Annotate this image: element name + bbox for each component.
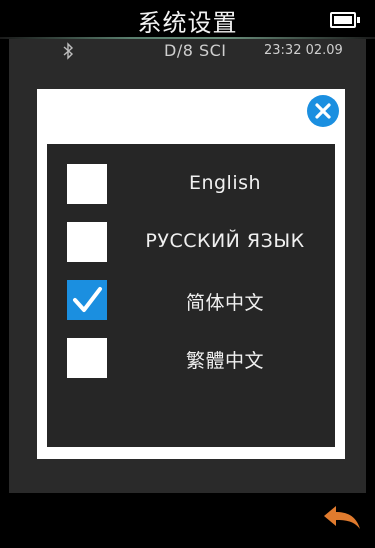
language-dialog: English РУССКИЙ ЯЗЫК 简体中文 繁體中文 <box>37 89 345 459</box>
language-option-english[interactable]: English <box>47 162 335 206</box>
screen: 系统设置 D/8 SCI 23:32 02.09 English РУССКИЙ… <box>0 0 375 548</box>
bluetooth-icon <box>63 42 74 60</box>
language-label: РУССКИЙ ЯЗЫК <box>145 230 305 252</box>
language-option-russian[interactable]: РУССКИЙ ЯЗЫК <box>47 220 335 264</box>
close-icon <box>315 103 331 119</box>
language-option-simplified-chinese[interactable]: 简体中文 <box>47 278 335 322</box>
language-label: 繁體中文 <box>185 350 264 372</box>
checkbox-english[interactable] <box>67 164 107 204</box>
checkbox-traditional-chinese[interactable] <box>67 338 107 378</box>
datetime: 23:32 02.09 <box>264 43 343 58</box>
back-arrow-icon[interactable] <box>322 501 362 535</box>
main-panel: D/8 SCI 23:32 02.09 English РУССКИЙ ЯЗЫК… <box>9 39 366 493</box>
title-bar: 系统设置 <box>0 0 375 38</box>
dialog-header <box>37 89 345 131</box>
checkbox-russian[interactable] <box>67 222 107 262</box>
language-option-traditional-chinese[interactable]: 繁體中文 <box>47 336 335 380</box>
bottom-bar <box>0 493 375 548</box>
measurement-mode: D/8 SCI <box>164 41 227 60</box>
close-button[interactable] <box>307 95 339 127</box>
checkmark-icon <box>73 287 102 312</box>
battery-tip <box>357 17 360 23</box>
language-label: English <box>188 172 262 194</box>
page-title: 系统设置 <box>137 9 238 37</box>
status-bar: D/8 SCI 23:32 02.09 <box>9 39 366 63</box>
language-list: English РУССКИЙ ЯЗЫК 简体中文 繁體中文 <box>47 144 335 447</box>
checkbox-simplified-chinese[interactable] <box>67 280 107 320</box>
language-label: 简体中文 <box>185 292 264 314</box>
battery-full-icon <box>330 12 356 28</box>
